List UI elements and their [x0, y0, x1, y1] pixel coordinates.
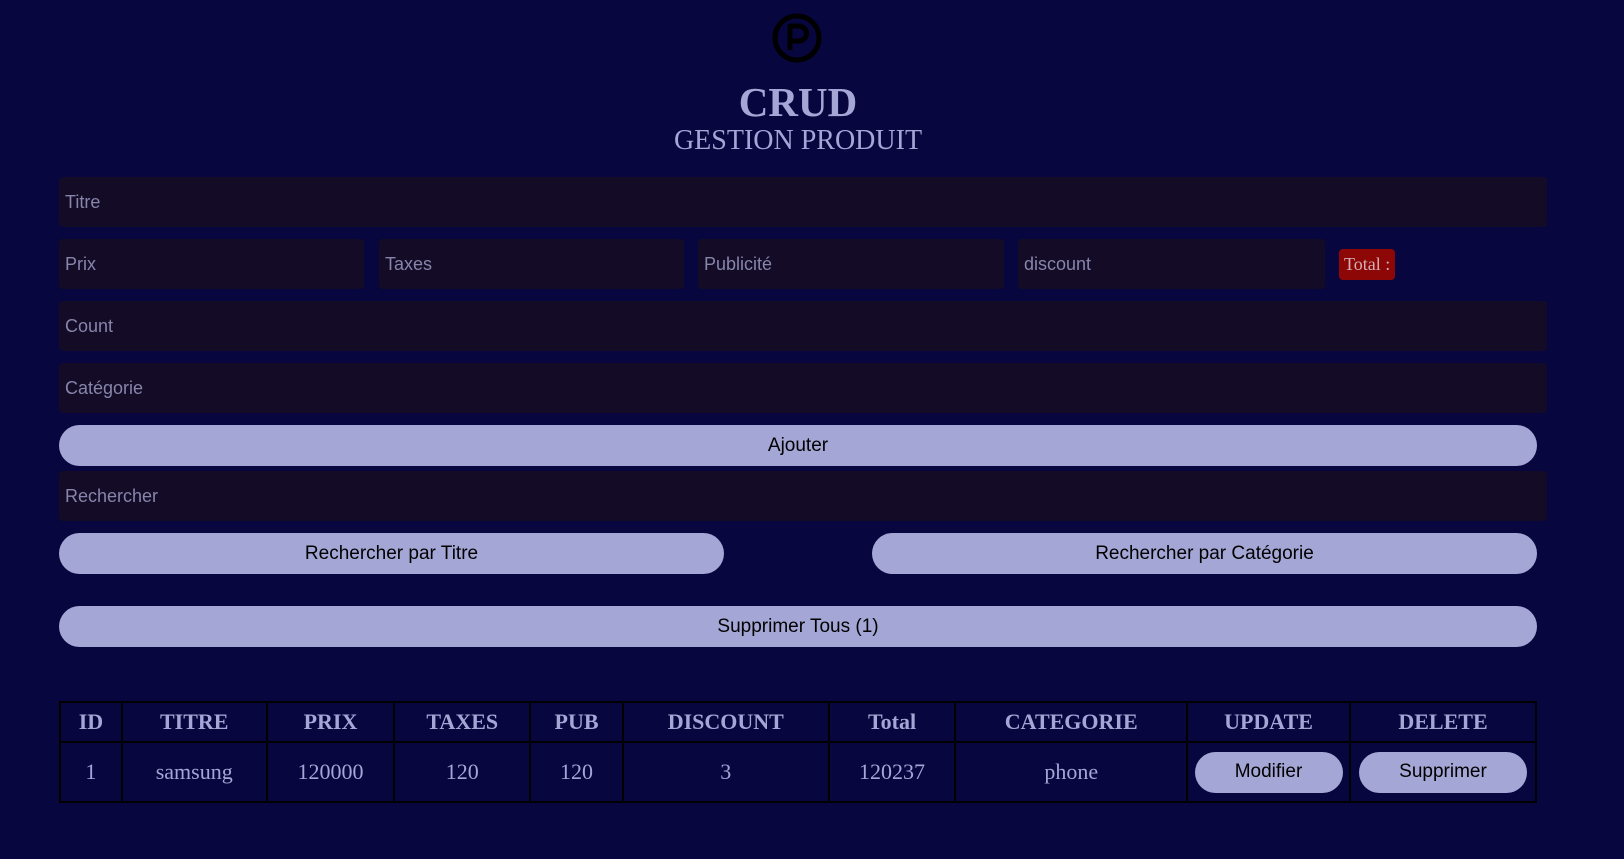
- cell-total: 120237: [827, 741, 957, 803]
- table-header-row: ID TITRE PRIX TAXES PUB DISCOUNT Total C…: [59, 701, 1538, 743]
- table-row: 1 samsung 120000 120 120 3 120237 phone …: [59, 741, 1538, 803]
- column-header-pub: PUB: [529, 701, 624, 743]
- cell-titre: samsung: [120, 741, 268, 803]
- cell-pub: 120: [529, 741, 624, 803]
- ajouter-button[interactable]: Ajouter: [59, 425, 1537, 466]
- taxes-input[interactable]: [379, 239, 684, 289]
- modifier-button[interactable]: Modifier: [1194, 751, 1343, 793]
- column-header-delete: DELETE: [1348, 701, 1538, 743]
- cell-prix: 120000: [265, 741, 396, 803]
- column-header-taxes: TAXES: [393, 701, 532, 743]
- column-header-id: ID: [59, 701, 123, 743]
- cell-categorie: phone: [954, 741, 1189, 803]
- search-input[interactable]: [59, 471, 1547, 521]
- column-header-prix: PRIX: [265, 701, 396, 743]
- count-input[interactable]: [59, 301, 1547, 351]
- column-header-total: Total: [827, 701, 957, 743]
- cell-taxes: 120: [393, 741, 532, 803]
- total-badge: Total :: [1339, 249, 1396, 280]
- titre-input[interactable]: [59, 177, 1547, 227]
- cell-id: 1: [59, 741, 123, 803]
- column-header-titre: TITRE: [120, 701, 268, 743]
- discount-input[interactable]: [1018, 239, 1325, 289]
- column-header-discount: DISCOUNT: [621, 701, 830, 743]
- cell-update: Modifier: [1186, 741, 1351, 803]
- delete-all-button[interactable]: Supprimer Tous (1): [59, 606, 1537, 647]
- page-subtitle: GESTION PRODUIT: [673, 125, 923, 156]
- circled-p-icon: [772, 13, 822, 63]
- column-header-categorie: CATEGORIE: [954, 701, 1189, 743]
- cell-delete: Supprimer: [1348, 741, 1538, 803]
- column-header-update: UPDATE: [1186, 701, 1351, 743]
- categorie-input[interactable]: [59, 363, 1547, 413]
- prix-input[interactable]: [59, 239, 364, 289]
- publicite-input[interactable]: [698, 239, 1004, 289]
- search-by-category-button[interactable]: Rechercher par Catégorie: [872, 533, 1537, 574]
- cell-discount: 3: [621, 741, 830, 803]
- page-title: CRUD: [738, 79, 858, 125]
- search-by-title-button[interactable]: Rechercher par Titre: [59, 533, 724, 574]
- supprimer-button[interactable]: Supprimer: [1358, 751, 1527, 793]
- products-table: ID TITRE PRIX TAXES PUB DISCOUNT Total C…: [59, 701, 1538, 803]
